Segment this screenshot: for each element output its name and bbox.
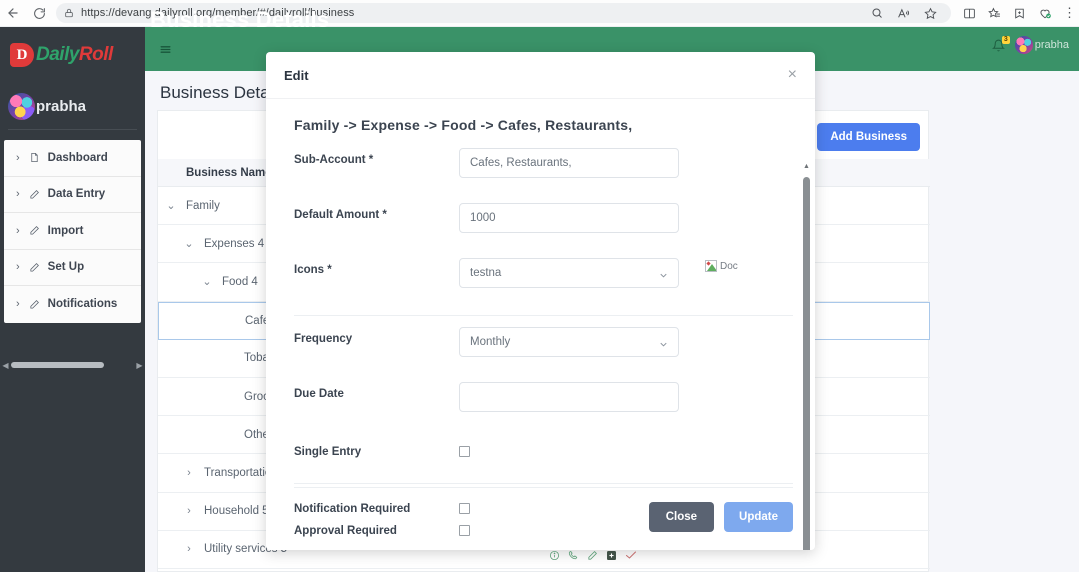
modal-header: Edit ×: [266, 52, 815, 99]
default-amount-label: Default Amount *: [294, 209, 387, 221]
frequency-select[interactable]: [459, 327, 679, 357]
due-date-label: Due Date: [294, 388, 344, 400]
single-entry-label: Single Entry: [294, 446, 362, 458]
field-frequency: Frequency: [294, 327, 793, 371]
close-icon[interactable]: ×: [788, 67, 797, 83]
field-single-entry: Single Entry: [294, 442, 793, 461]
row-action-icons: [549, 549, 637, 561]
section-divider: [294, 315, 793, 316]
icon-preview-broken-image: Doc: [705, 258, 738, 272]
default-amount-input[interactable]: [459, 203, 679, 233]
modal-body: Family -> Expense -> Food -> Cafes, Rest…: [266, 99, 815, 550]
section-divider-2: [294, 483, 793, 484]
frequency-label: Frequency: [294, 333, 353, 345]
scrollbar-thumb[interactable]: [803, 177, 810, 550]
update-button[interactable]: Update: [724, 502, 793, 532]
icon-preview-alt-text: Doc: [720, 260, 738, 272]
field-icons: Icons * Doc: [294, 258, 793, 302]
single-entry-checkbox[interactable]: [459, 446, 470, 457]
broken-image-icon: [705, 260, 717, 272]
field-due-date: Due Date: [294, 382, 793, 426]
app-screen: https://devang.dailyroll.org/member/#/da…: [0, 0, 1079, 572]
modal-title: Edit: [284, 67, 309, 83]
field-default-amount: Default Amount *: [294, 203, 793, 247]
add-box-icon[interactable]: [606, 550, 617, 561]
modal-footer: Close Update: [294, 487, 793, 532]
sub-account-label: Sub-Account *: [294, 154, 374, 166]
modal-vertical-scrollbar[interactable]: ▲ ▼: [801, 163, 812, 550]
phone-icon[interactable]: [568, 550, 579, 561]
check-icon[interactable]: [625, 549, 637, 561]
pencil-icon[interactable]: [587, 550, 598, 561]
scroll-up-arrow-icon[interactable]: ▲: [801, 163, 812, 171]
info-icon[interactable]: [549, 550, 560, 561]
scrollbar-track[interactable]: [803, 173, 810, 550]
icons-label: Icons *: [294, 264, 332, 276]
breadcrumb: Family -> Expense -> Food -> Cafes, Rest…: [294, 117, 633, 133]
due-date-input[interactable]: [459, 382, 679, 412]
close-button[interactable]: Close: [648, 502, 715, 532]
sub-account-input[interactable]: [459, 148, 679, 178]
icons-select[interactable]: [459, 258, 679, 288]
edit-business-modal: Edit × Family -> Expense -> Food -> Cafe…: [266, 52, 815, 550]
field-sub-account: Sub-Account *: [294, 148, 793, 192]
